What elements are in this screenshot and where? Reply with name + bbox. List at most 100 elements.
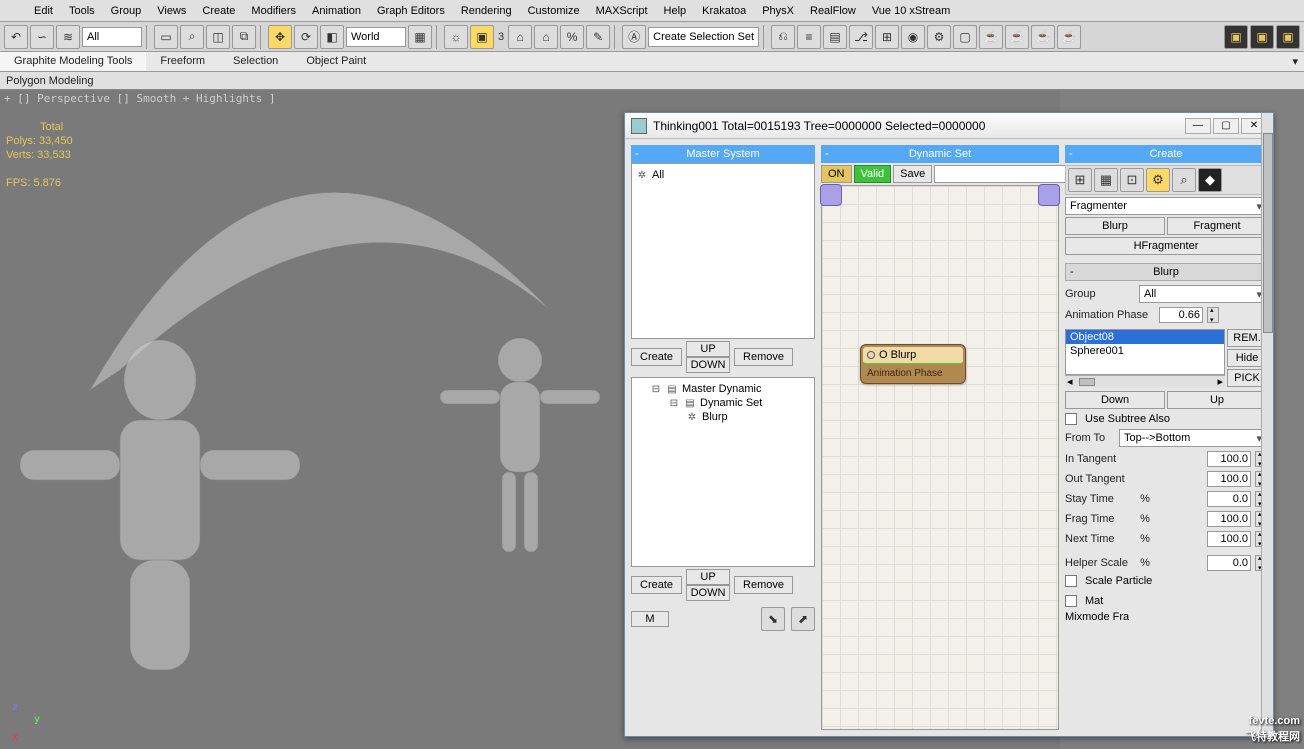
mat-checkbox[interactable] — [1065, 595, 1077, 607]
helper-scale-input[interactable] — [1207, 555, 1251, 571]
anim-phase-spinner[interactable] — [1207, 307, 1219, 323]
in-tangent-input[interactable] — [1207, 451, 1251, 467]
align-icon[interactable]: ≡ — [797, 25, 821, 49]
list-down-button[interactable]: Down — [1065, 391, 1165, 409]
stay-time-input[interactable] — [1207, 491, 1251, 507]
remove-button[interactable]: Remove — [734, 348, 793, 366]
dynamic-set-header[interactable]: - Dynamic Set — [821, 145, 1059, 163]
minus-box-icon[interactable]: ⊟ — [650, 383, 662, 395]
tree-item-dynamic-set[interactable]: ⊟ ▤ Dynamic Set — [636, 396, 810, 410]
manip-icon[interactable]: ☼ — [444, 25, 468, 49]
window-crossing-icon[interactable]: ⧉ — [232, 25, 256, 49]
node-port-icon[interactable] — [867, 351, 875, 359]
tab-freeform[interactable]: Freeform — [146, 52, 219, 71]
coord-system-dropdown[interactable]: World — [346, 27, 406, 47]
op2-icon[interactable]: ▦ — [1094, 168, 1118, 192]
edit-named-sel-icon[interactable]: ✎ — [586, 25, 610, 49]
node-title-row[interactable]: O Blurp — [863, 347, 963, 364]
fragment-button[interactable]: Fragment — [1167, 217, 1267, 235]
next-time-input[interactable] — [1207, 531, 1251, 547]
op3-icon[interactable]: ⊡ — [1120, 168, 1144, 192]
sd-box2-icon[interactable]: ▣ — [1250, 25, 1274, 49]
curve-editor-icon[interactable]: ⎇ — [849, 25, 873, 49]
ribbon-collapse-icon[interactable]: ▾ — [1278, 52, 1304, 71]
master-system-header[interactable]: - Master System — [631, 145, 815, 163]
down-button-2[interactable]: DOWN — [686, 585, 730, 601]
menu-rendering[interactable]: Rendering — [453, 2, 520, 20]
groups-tree[interactable]: ✲ All — [631, 163, 815, 339]
op4-icon[interactable]: ⚙ — [1146, 168, 1170, 192]
fromto-dropdown[interactable]: Top-->Bottom — [1119, 429, 1267, 447]
m-button[interactable]: M — [631, 611, 669, 627]
select-icon[interactable]: ▭ — [154, 25, 178, 49]
menu-views[interactable]: Views — [149, 2, 194, 20]
create-button[interactable]: Create — [631, 348, 682, 366]
window-titlebar[interactable]: Thinking001 Total=0015193 Tree=0000000 S… — [625, 113, 1273, 139]
fragmenter-dropdown[interactable]: Fragmenter — [1065, 197, 1267, 215]
up-button[interactable]: UP — [686, 341, 730, 357]
collapse-icon[interactable]: - — [1069, 148, 1073, 160]
selection-set-dropdown[interactable]: Create Selection Set — [648, 27, 759, 47]
up-button-2[interactable]: UP — [686, 569, 730, 585]
list-item[interactable]: Object08 — [1066, 330, 1224, 344]
sd-box1-icon[interactable]: ▣ — [1224, 25, 1248, 49]
rotate-icon[interactable]: ⟳ — [294, 25, 318, 49]
object-list[interactable]: Object08 Sphere001 — [1065, 329, 1225, 375]
anim-phase-input[interactable] — [1159, 307, 1203, 323]
render-setup-icon[interactable]: ⚙ — [927, 25, 951, 49]
tree-item-blurp[interactable]: ✲ Blurp — [636, 410, 810, 424]
scale-icon[interactable]: ◧ — [320, 25, 344, 49]
blurp-rollout-header[interactable]: - Blurp — [1065, 263, 1267, 281]
menu-tools[interactable]: Tools — [61, 2, 103, 20]
pivot-icon[interactable]: ▦ — [408, 25, 432, 49]
tab-objectpaint[interactable]: Object Paint — [292, 52, 380, 71]
minimize-icon[interactable]: — — [1185, 118, 1211, 134]
frag-time-input[interactable] — [1207, 511, 1251, 527]
undo-icon[interactable]: ↶ — [4, 25, 28, 49]
menu-maxscript[interactable]: MAXScript — [588, 2, 656, 20]
list-item[interactable]: Sphere001 — [1066, 344, 1224, 358]
hfragmenter-button[interactable]: HFragmenter — [1065, 237, 1267, 255]
teapot3-icon[interactable]: ☕ — [1057, 25, 1081, 49]
render-frame-icon[interactable]: ▢ — [953, 25, 977, 49]
down-button[interactable]: DOWN — [686, 357, 730, 373]
tree-item-master-dynamic[interactable]: ⊟ ▤ Master Dynamic — [636, 382, 810, 396]
collapse-icon[interactable]: - — [825, 148, 829, 160]
schematic-icon[interactable]: ⊞ — [875, 25, 899, 49]
menu-physx[interactable]: PhysX — [754, 2, 802, 20]
minus-box-icon[interactable]: ⊟ — [668, 397, 680, 409]
blurp-button[interactable]: Blurp — [1065, 217, 1165, 235]
menu-krakatoa[interactable]: Krakatoa — [694, 2, 754, 20]
link-icon[interactable]: ∽ — [30, 25, 54, 49]
spinner-snap-icon[interactable]: % — [560, 25, 584, 49]
op1-icon[interactable]: ⊞ — [1068, 168, 1092, 192]
dynamic-tree[interactable]: ⊟ ▤ Master Dynamic ⊟ ▤ Dynamic Set ✲ Blu… — [631, 377, 815, 567]
list-up-button[interactable]: Up — [1167, 391, 1267, 409]
tab-graphite[interactable]: Graphite Modeling Tools — [0, 52, 146, 71]
snap-toggle-icon[interactable]: ▣ — [470, 25, 494, 49]
menu-animation[interactable]: Animation — [304, 2, 369, 20]
menu-group[interactable]: Group — [103, 2, 150, 20]
collapse-icon[interactable]: - — [635, 148, 639, 160]
op6-icon[interactable]: ◆ — [1198, 168, 1222, 192]
teapot2-icon[interactable]: ☕ — [1031, 25, 1055, 49]
layers-icon[interactable]: ▤ — [823, 25, 847, 49]
op5-icon[interactable]: ⌕ — [1172, 168, 1196, 192]
selection-filter-dropdown[interactable]: All — [82, 27, 142, 47]
sd-box3-icon[interactable]: ▣ — [1276, 25, 1300, 49]
create-button-2[interactable]: Create — [631, 576, 682, 594]
material-editor-icon[interactable]: ◉ — [901, 25, 925, 49]
menu-customize[interactable]: Customize — [520, 2, 588, 20]
scale-particle-checkbox[interactable] — [1065, 575, 1077, 587]
render-icon[interactable]: ☕ — [979, 25, 1003, 49]
properties-scrollbar[interactable] — [1261, 139, 1273, 736]
node-canvas[interactable]: O Blurp Animation Phase — [821, 185, 1059, 730]
tree-item-all[interactable]: ✲ All — [636, 168, 810, 182]
menu-create[interactable]: Create — [194, 2, 243, 20]
canvas-input-port[interactable] — [820, 184, 842, 206]
axis-gizmo[interactable]: z y x — [6, 703, 46, 743]
menu-vue[interactable]: Vue 10 xStream — [864, 2, 958, 20]
save-button[interactable]: Save — [893, 165, 932, 183]
on-button[interactable]: ON — [821, 165, 852, 183]
mirror-icon[interactable]: ⎌ — [771, 25, 795, 49]
